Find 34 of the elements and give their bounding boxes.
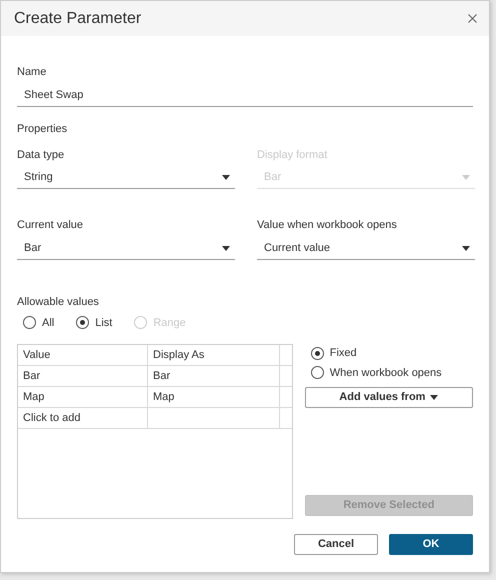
column-header: Value (18, 345, 148, 365)
caret-icon (430, 394, 438, 400)
dropdown[interactable]: Bar (17, 238, 235, 260)
caret-icon (462, 175, 470, 180)
radio-button[interactable] (310, 346, 324, 360)
caret-icon (222, 175, 230, 180)
dropdown[interactable]: String (17, 167, 235, 189)
option-label: Fixed (330, 346, 357, 361)
table-cell: Bar (148, 366, 280, 386)
option-label: When workbook opens (330, 366, 442, 380)
dropdown-label: Value when workbook opens (257, 219, 398, 232)
option-label: All (42, 316, 54, 330)
cancel-button[interactable]: Cancel (294, 534, 378, 555)
add-values-button[interactable]: Add values from (304, 386, 473, 408)
section-heading: Properties (17, 122, 68, 136)
dropdown-label: Current value (17, 219, 84, 232)
radio-button[interactable] (310, 366, 324, 380)
ok-button[interactable]: OK (389, 534, 473, 555)
dropdown[interactable]: Current value (257, 238, 475, 260)
close-icon[interactable] (468, 14, 477, 23)
table-cell: Bar (18, 366, 148, 386)
caret-icon (222, 246, 230, 250)
name-label: Name (17, 66, 48, 79)
table-cell: Map (148, 387, 280, 407)
table-cell: Map (18, 387, 148, 407)
add-row-cell[interactable]: Click to add (18, 408, 148, 428)
option-label: List (95, 316, 112, 330)
radio-button[interactable] (23, 316, 36, 330)
allowable-values-label: Allowable values (17, 296, 100, 308)
caret-icon (462, 246, 470, 250)
radio-button[interactable] (76, 316, 90, 330)
window-title: Create Parameter (14, 8, 142, 28)
column-header: Display As (148, 345, 280, 365)
dropdown-label: Data type (17, 148, 66, 162)
